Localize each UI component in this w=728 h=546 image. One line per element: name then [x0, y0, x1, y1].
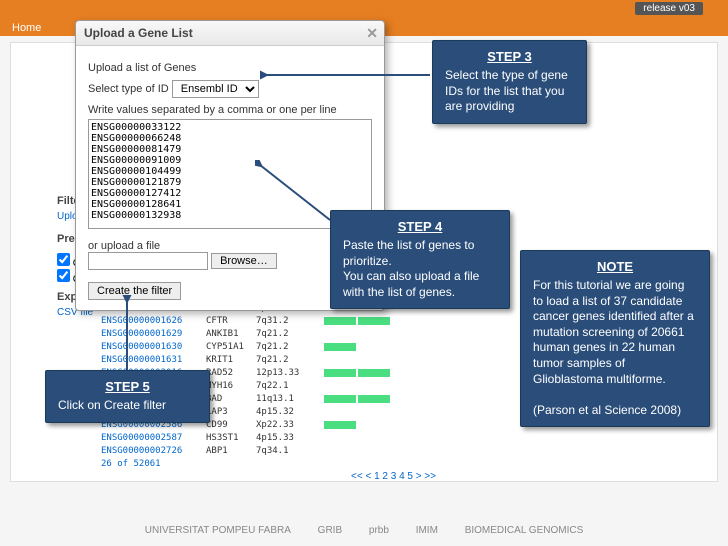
step5-body: Click on Create filter [58, 398, 197, 414]
footer: UNIVERSITAT POMPEU FABRA GRIB prbb IMIM … [0, 525, 728, 536]
table-footer-count: 26 of 52061 [101, 458, 390, 471]
table-row[interactable]: ENSG00000001626CFTR7q31.2 [101, 315, 390, 328]
header-bar: release v03 [0, 0, 728, 20]
footer-prbb: prbb [369, 525, 389, 536]
select-id-label: Select type of ID [88, 83, 169, 95]
upload-genes-label: Upload a list of Genes [88, 62, 372, 74]
step5-title: STEP 5 [58, 379, 197, 394]
footer-upf: UNIVERSITAT POMPEU FABRA [145, 525, 291, 536]
callout-step3: STEP 3 Select the type of gene IDs for t… [432, 40, 587, 124]
callout-step4: STEP 4 Paste the list of genes to priori… [330, 210, 510, 309]
step3-body: Select the type of gene IDs for the list… [445, 68, 574, 115]
nav-home[interactable]: Home [12, 22, 41, 34]
go-checkbox[interactable] [57, 253, 70, 266]
table-row[interactable]: ENSG00000002587HS3ST14p15.33 [101, 432, 390, 445]
table-row[interactable]: ENSG00000001631KRIT17q21.2 [101, 354, 390, 367]
step3-title: STEP 3 [445, 49, 574, 64]
close-icon[interactable]: ✕ [366, 25, 378, 42]
step4-body: Paste the list of genes to prioritize.Yo… [343, 238, 497, 300]
callout-step5: STEP 5 Click on Create filter [45, 370, 210, 423]
note-title: NOTE [533, 259, 697, 274]
browse-button[interactable]: Browse… [211, 253, 277, 269]
table-row[interactable]: ENSG00000001629ANKIB17q21.2 [101, 328, 390, 341]
footer-grib: GRIB [318, 525, 342, 536]
dialog-title: Upload a Gene List [84, 26, 193, 40]
pager[interactable]: << < 1 2 3 4 5 > >> [351, 471, 436, 482]
id-type-select[interactable]: Ensembl ID [172, 80, 259, 98]
file-label: or upload a file [88, 240, 160, 252]
create-filter-button[interactable]: Create the filter [88, 282, 181, 300]
step4-title: STEP 4 [343, 219, 497, 234]
footer-imim: IMIM [416, 525, 438, 536]
file-path-input[interactable] [88, 252, 208, 270]
callout-note: NOTE For this tutorial we are going to l… [520, 250, 710, 427]
release-badge: release v03 [635, 2, 703, 15]
page-background: release v03 Home E T Genes Details Filte… [0, 0, 728, 546]
dialog-title-bar: Upload a Gene List ✕ [76, 21, 384, 46]
textarea-label: Write values separated by a comma or one… [88, 104, 372, 116]
table-row[interactable]: ENSG00000002726ABP17q34.1 [101, 445, 390, 458]
note-body: For this tutorial we are going to load a… [533, 278, 697, 418]
footer-bg: BIOMEDICAL GENOMICS [465, 525, 584, 536]
table-row[interactable]: ENSG00000001630CYP51A17q21.2 [101, 341, 390, 354]
ccp-checkbox[interactable] [57, 269, 70, 282]
